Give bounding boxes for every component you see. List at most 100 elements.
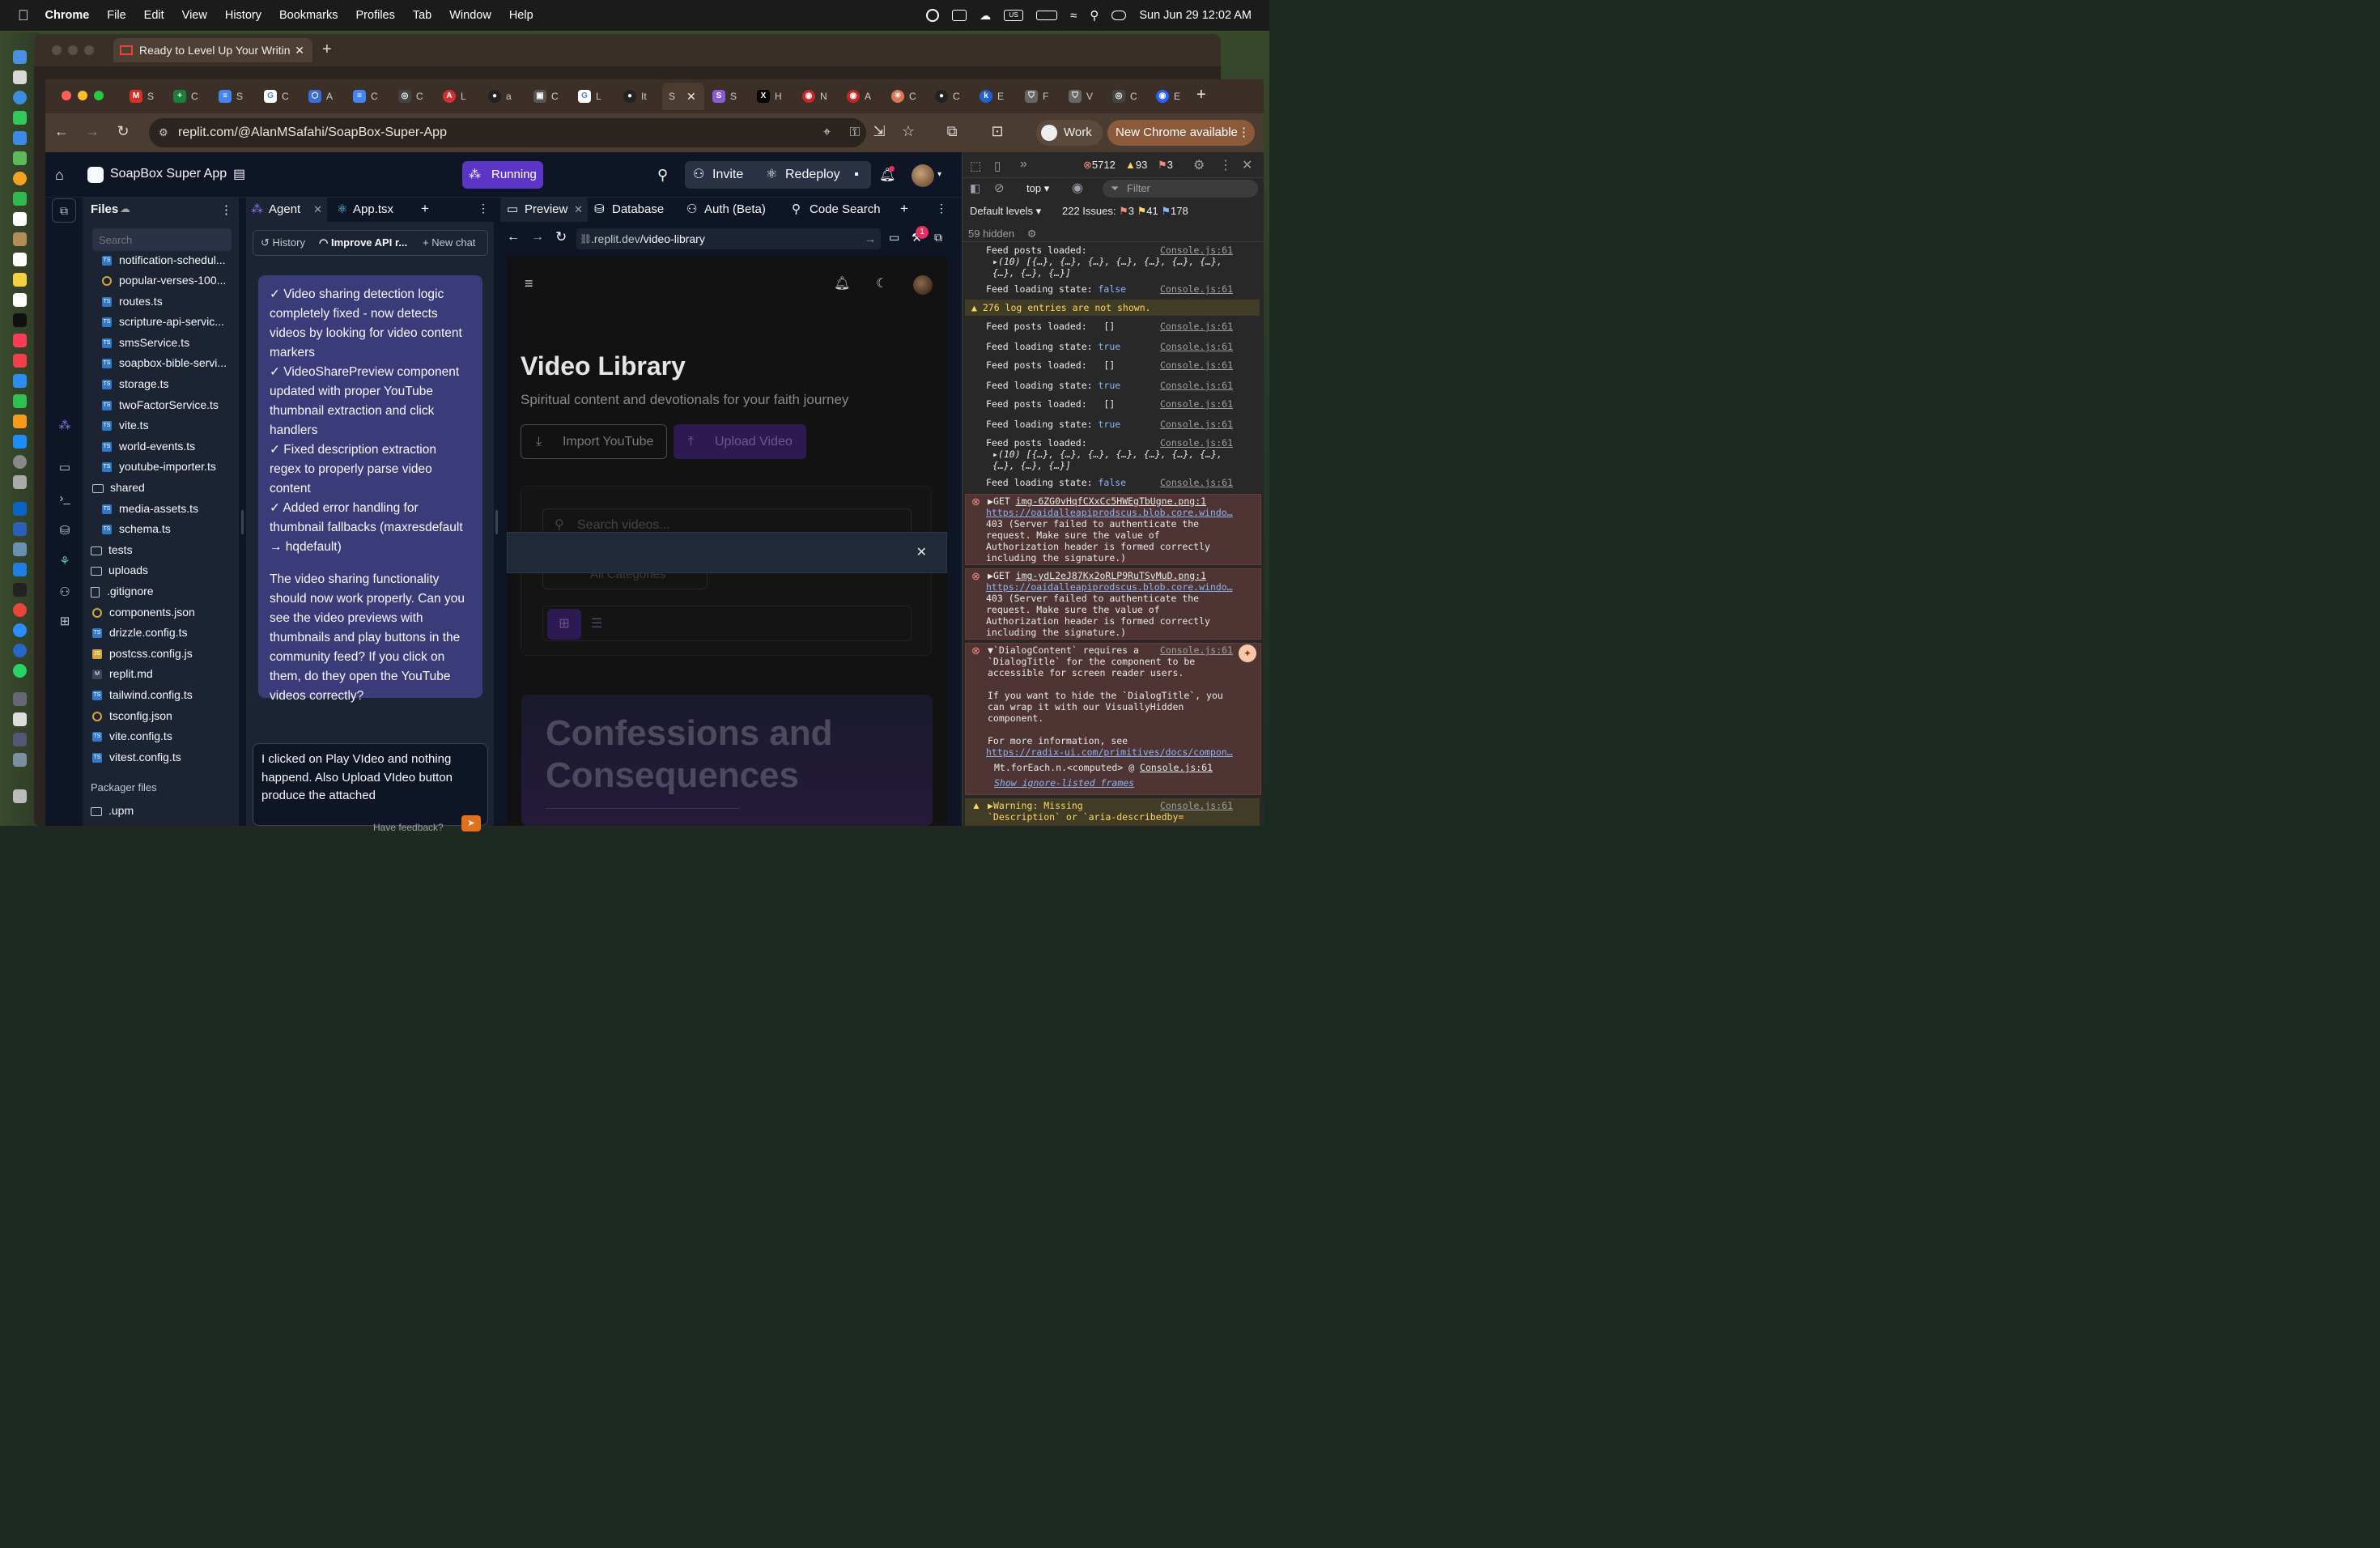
menu-window[interactable]: Window [449, 9, 491, 22]
utility-icon[interactable] [13, 692, 27, 706]
browser-tab[interactable]: ◎ C [398, 86, 440, 107]
close-icon[interactable]: ✕ [916, 544, 927, 560]
file-tree-item[interactable]: uploads [91, 561, 236, 579]
database-icon[interactable]: ⛁ [57, 523, 73, 539]
file-tree-item[interactable]: TS storage.ts [91, 375, 236, 393]
tab-agent[interactable]: ⁂ Agent ✕ [246, 198, 327, 222]
close-tab-icon[interactable]: ✕ [295, 38, 304, 62]
file-tree-item[interactable]: Mreplit.md [91, 665, 236, 683]
photos-icon[interactable] [13, 172, 27, 185]
warning-count[interactable]: ▲93 [1125, 159, 1147, 171]
console-object-preview[interactable]: ▸(10) [{…}, {…}, {…}, {…}, {…}, {…}, {…}… [992, 449, 1286, 471]
downloads-stack-icon[interactable] [13, 712, 27, 726]
browser-tab[interactable]: SS [712, 86, 754, 107]
console-source-link[interactable]: Console.js:61 [1160, 359, 1233, 371]
safari-icon[interactable] [13, 91, 27, 104]
site-settings-icon[interactable]: ⚙ [159, 118, 168, 147]
file-tree-item[interactable]: components.json [91, 603, 236, 621]
close-tab-icon[interactable]: ✕ [686, 90, 696, 104]
whatsapp-icon[interactable] [13, 664, 27, 678]
sidebar-toggle-icon[interactable]: ◧ [970, 181, 980, 195]
browser-tab[interactable]: ◎ C [1112, 86, 1154, 107]
freeform-icon[interactable] [13, 293, 27, 307]
more-tabs-icon[interactable]: » [1020, 157, 1027, 172]
ignore-listed-frames-link[interactable]: Show ignore-listed frames [994, 777, 1287, 789]
tab-auth[interactable]: ⚇ Auth (Beta) [683, 198, 785, 222]
info-count[interactable]: ⚑3 [1158, 159, 1173, 172]
close-devtools-icon[interactable]: ✕ [1242, 157, 1252, 173]
music-icon[interactable] [13, 334, 27, 347]
console-source-link[interactable]: Console.js:61 [1160, 245, 1233, 256]
outlook-icon[interactable] [13, 502, 27, 516]
trash-icon[interactable] [13, 789, 27, 803]
battery-icon[interactable] [1036, 11, 1058, 20]
menu-edit[interactable]: Edit [144, 9, 164, 22]
warning-source-link[interactable]: Console.js:61 [1160, 800, 1233, 811]
browser-tab-active[interactable]: S ✕ [662, 83, 704, 110]
menubar-clock[interactable]: Sun Jun 29 12:02 AM [1139, 9, 1252, 22]
dark-mode-icon[interactable]: ☾ [876, 275, 887, 291]
file-tree-item[interactable]: TS schema.ts [91, 520, 236, 538]
iphone-mirroring-icon[interactable] [13, 475, 27, 489]
deployments-icon[interactable]: ⚘ [57, 554, 73, 570]
minimize-window-light[interactable] [68, 45, 78, 55]
file-tree-item[interactable]: TS world-events.ts [91, 437, 236, 455]
tab-app-tsx[interactable]: ⚛ App.tsx [332, 198, 413, 222]
terminal-icon[interactable] [13, 583, 27, 597]
cloud-icon[interactable]: ☁ [980, 9, 991, 23]
launchpad-icon[interactable] [13, 70, 27, 84]
list-view-icon[interactable]: ☰ [591, 615, 602, 632]
file-tree-item[interactable]: TS scripture-api-servic... [91, 313, 236, 330]
browser-tab[interactable]: ● a [488, 86, 530, 107]
close-tab-icon[interactable]: ✕ [313, 198, 322, 222]
key-icon[interactable]: ⚿ [850, 118, 860, 147]
file-tree-item[interactable]: TS smsService.ts [91, 334, 236, 351]
menu-profiles[interactable]: Profiles [356, 9, 395, 22]
ai-insight-icon[interactable]: ✦ [1239, 644, 1256, 662]
file-tree-item[interactable]: TS drizzle.config.ts [91, 623, 236, 641]
install-app-icon[interactable]: ⇲ [869, 123, 889, 140]
all-tools-icon[interactable]: ⊞ [57, 614, 73, 630]
file-tree-item[interactable]: TS media-assets.ts [91, 500, 236, 517]
upload-video-button[interactable]: ⤒ Upload Video [674, 424, 806, 459]
pane-menu-icon[interactable]: ⋮ [478, 202, 489, 215]
pane-resize-handle[interactable] [241, 510, 244, 534]
browser-tab[interactable]: ✳ C [891, 86, 933, 107]
file-tree-item[interactable]: shared [91, 478, 236, 496]
forward-icon[interactable]: → [83, 123, 102, 140]
menu-file[interactable]: File [107, 9, 125, 22]
tab-database[interactable]: ⛁ Database [591, 198, 680, 222]
messages-icon[interactable] [13, 111, 27, 125]
preview-reload-icon[interactable]: ↻ [555, 229, 567, 245]
browser-tab[interactable]: MS [130, 86, 172, 107]
menu-tab[interactable]: Tab [413, 9, 431, 22]
chat-feedback-link[interactable]: Have feedback? [373, 819, 444, 837]
user-avatar[interactable] [912, 164, 934, 187]
apple-menu-icon[interactable]:  [18, 7, 29, 24]
onepassword-dock-icon[interactable] [13, 644, 27, 657]
profile-button[interactable]: Work [1036, 120, 1103, 146]
browser-tab[interactable]: + C [173, 86, 215, 107]
history-button[interactable]: ↺ History [261, 236, 305, 249]
clear-console-icon[interactable]: ⊘ [994, 181, 1005, 195]
spotlight-search-icon[interactable]: ⚲ [1090, 8, 1099, 23]
onepassword-icon[interactable] [926, 9, 940, 22]
console-source-link[interactable]: Console.js:61 [1160, 380, 1233, 391]
error-doc-link[interactable]: https://radix-ui.com/primitives/docs/com… [986, 746, 1239, 758]
error-source-link[interactable]: Console.js:61 [1160, 644, 1233, 656]
inspect-element-icon[interactable]: ⬚ [970, 159, 981, 173]
file-tree-item[interactable]: .upm [91, 802, 236, 819]
mail-icon[interactable] [13, 131, 27, 145]
shell-icon[interactable]: ›_ [57, 491, 73, 507]
bell-icon[interactable]: 🔔︎ [834, 275, 850, 291]
console-source-link[interactable]: Console.js:61 [1160, 398, 1233, 410]
browser-tab[interactable]: ● C [935, 86, 977, 107]
context-select[interactable]: top ▾ [1026, 182, 1049, 195]
new-tab-icon[interactable]: + [421, 201, 429, 217]
log-levels-select[interactable]: Default levels ▾ [970, 205, 1041, 218]
send-button[interactable]: ➤ [461, 815, 481, 831]
news-icon[interactable] [13, 354, 27, 368]
browser-tab[interactable]: GC [264, 86, 306, 107]
console-source-link[interactable]: Console.js:61 [1160, 341, 1233, 352]
input-source-icon[interactable]: US [1004, 10, 1024, 21]
